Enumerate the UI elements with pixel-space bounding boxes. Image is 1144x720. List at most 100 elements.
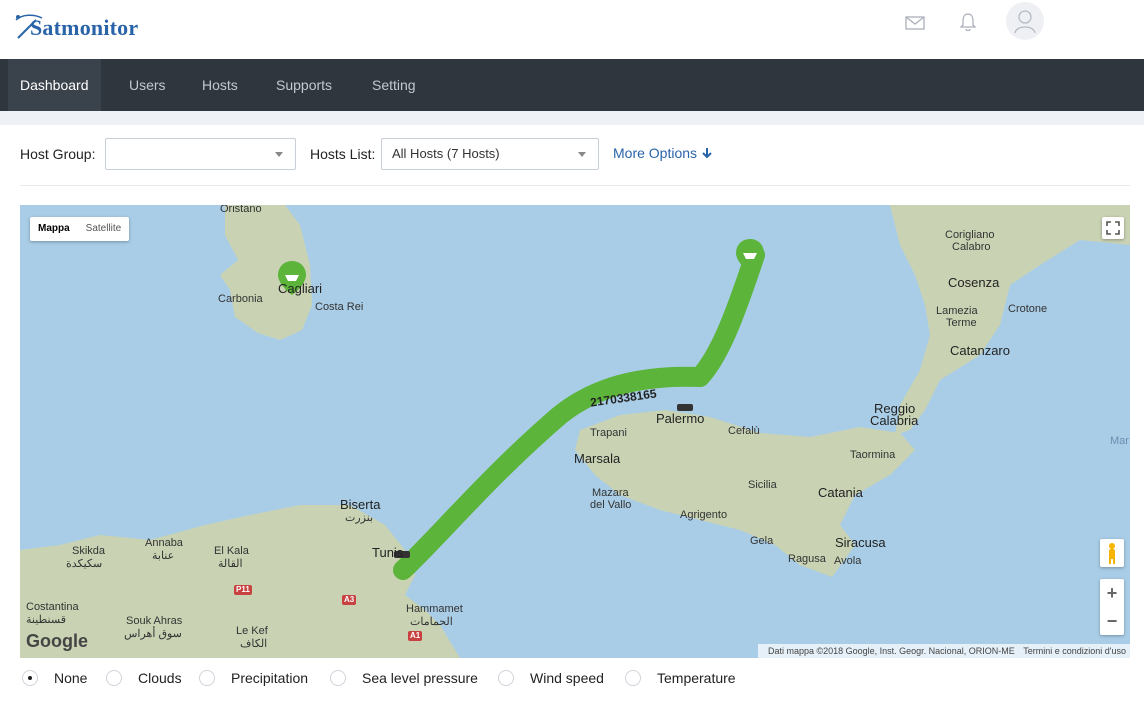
bell-icon[interactable] bbox=[960, 12, 976, 32]
place-label: Marsala bbox=[574, 451, 621, 466]
street-view-pegman[interactable] bbox=[1100, 539, 1124, 567]
fullscreen-button[interactable] bbox=[1102, 217, 1124, 239]
place-label: قسنطينة bbox=[26, 614, 66, 626]
place-label: Le Kef bbox=[236, 625, 268, 637]
divider bbox=[20, 185, 1130, 186]
overlay-option-label: Wind speed bbox=[530, 670, 604, 686]
radio-icon bbox=[22, 670, 38, 686]
overlay-option-label: Temperature bbox=[657, 670, 736, 686]
place-label: Siracusa bbox=[835, 535, 886, 550]
arrow-down-icon bbox=[702, 148, 712, 159]
map-view[interactable]: Oristano Cagliari Carbonia Costa Rei Cor… bbox=[20, 205, 1130, 658]
place-label: Mazara bbox=[592, 487, 629, 499]
zoom-control: + − bbox=[1100, 579, 1124, 635]
nav-item-supports[interactable]: Supports bbox=[264, 59, 344, 111]
place-label: الكاف bbox=[240, 638, 268, 650]
place-label: Gela bbox=[750, 535, 774, 547]
fullscreen-icon bbox=[1106, 221, 1120, 235]
place-label: Cefalù bbox=[728, 425, 760, 437]
zoom-out-button[interactable]: − bbox=[1100, 607, 1124, 635]
place-label: عنابة bbox=[152, 550, 175, 562]
google-logo: Google bbox=[26, 631, 88, 651]
place-label: Biserta bbox=[340, 497, 381, 512]
nav-item-hosts[interactable]: Hosts bbox=[190, 59, 250, 111]
place-label: Costa Rei bbox=[315, 301, 364, 313]
place-label: El Kala bbox=[214, 545, 249, 557]
overlay-option-wind-speed[interactable]: Wind speed bbox=[498, 667, 604, 689]
place-label: Costantina bbox=[26, 601, 79, 613]
place-label: Catanzaro bbox=[950, 343, 1010, 358]
place-label: Avola bbox=[834, 555, 862, 567]
overlay-option-none[interactable]: None bbox=[22, 667, 87, 689]
map-attribution: Dati mappa ©2018 Google, Inst. Geogr. Na… bbox=[757, 644, 1130, 658]
place-label: Souk Ahras bbox=[126, 615, 183, 627]
app-logo[interactable]: Satmonitor bbox=[12, 8, 138, 48]
map-type-satellite-button[interactable]: Satellite bbox=[78, 217, 130, 241]
satellite-logo-icon bbox=[15, 14, 43, 39]
top-bar: Satmonitor bbox=[0, 0, 1144, 59]
place-label: Catania bbox=[818, 485, 863, 500]
place-label: Cagliari bbox=[278, 281, 323, 296]
overlay-option-label: None bbox=[54, 670, 88, 686]
overlay-option-label: Sea level pressure bbox=[362, 670, 478, 686]
place-label: سوق أهراس bbox=[124, 628, 182, 640]
hosts-list-value: All Hosts (7 Hosts) bbox=[392, 146, 500, 161]
radio-icon bbox=[625, 670, 641, 686]
hosts-list-select[interactable]: All Hosts (7 Hosts) bbox=[381, 138, 599, 170]
zoom-in-button[interactable]: + bbox=[1100, 579, 1124, 607]
radio-icon bbox=[330, 670, 346, 686]
overlay-option-temperature[interactable]: Temperature bbox=[625, 667, 736, 689]
place-label: Taormina bbox=[850, 449, 896, 461]
nav-item-users[interactable]: Users bbox=[117, 59, 178, 111]
place-label: Corigliano bbox=[945, 229, 995, 241]
place-label: بنزرت bbox=[345, 512, 374, 524]
place-label: Annaba bbox=[145, 537, 183, 549]
overlay-option-precipitation[interactable]: Precipitation bbox=[199, 667, 308, 689]
mail-icon[interactable] bbox=[905, 16, 925, 30]
place-label: Trapani bbox=[590, 427, 627, 439]
place-label: Agrigento bbox=[680, 509, 728, 521]
vessel-icon bbox=[677, 404, 693, 411]
place-label: Ragusa bbox=[788, 553, 826, 565]
terms-link[interactable]: Termini e condizioni d'uso bbox=[1023, 646, 1126, 656]
pegman-icon bbox=[1109, 543, 1115, 564]
place-label: الحمامات bbox=[410, 616, 453, 628]
overlay-option-clouds[interactable]: Clouds bbox=[106, 667, 182, 689]
road-shield: A1 bbox=[408, 631, 423, 641]
place-label: Crotone bbox=[1008, 303, 1048, 315]
nav-item-setting[interactable]: Setting bbox=[360, 59, 428, 111]
overlay-option-sea-level-pressure[interactable]: Sea level pressure bbox=[330, 667, 478, 689]
dashboard-panel: Host Group: Hosts List: All Hosts (7 Hos… bbox=[0, 125, 1144, 720]
place-label: Terme bbox=[946, 317, 977, 329]
radio-icon bbox=[106, 670, 122, 686]
more-options-link[interactable]: More Options bbox=[613, 145, 713, 161]
nav-item-dashboard[interactable]: Dashboard bbox=[8, 59, 101, 111]
overlay-option-label: Clouds bbox=[138, 670, 182, 686]
radio-icon bbox=[498, 670, 514, 686]
overlay-option-label: Precipitation bbox=[231, 670, 309, 686]
more-options-label: More Options bbox=[613, 145, 698, 161]
place-label: del Vallo bbox=[590, 499, 632, 511]
place-label: Calabria bbox=[870, 413, 919, 428]
place-label: Skikda bbox=[72, 545, 106, 557]
place-label: Cosenza bbox=[948, 275, 1000, 290]
user-icon bbox=[1014, 10, 1036, 34]
chevron-down-icon bbox=[275, 152, 283, 157]
attribution-text: Dati mappa ©2018 Google, Inst. Geogr. Na… bbox=[767, 646, 1015, 656]
overlay-options: None Clouds Precipitation Sea level pres… bbox=[0, 665, 1144, 695]
place-label: Lamezia bbox=[936, 305, 978, 317]
map-type-mappa-button[interactable]: Mappa bbox=[30, 217, 78, 241]
road-shield: A3 bbox=[342, 595, 357, 605]
place-label: Hammamet bbox=[406, 603, 463, 615]
place-label: Sicilia bbox=[748, 479, 777, 491]
radio-icon bbox=[199, 670, 215, 686]
avatar[interactable] bbox=[1006, 2, 1044, 40]
road-shield: P11 bbox=[234, 585, 252, 595]
main-nav: Dashboard Users Hosts Supports Setting bbox=[0, 59, 1144, 111]
place-label: القالة bbox=[218, 558, 243, 570]
place-label: Mar bbox=[1110, 435, 1129, 447]
place-label: Palermo bbox=[656, 411, 705, 426]
host-group-select[interactable] bbox=[105, 138, 296, 170]
hosts-list-label: Hosts List: bbox=[310, 146, 376, 162]
chevron-down-icon bbox=[578, 152, 586, 157]
